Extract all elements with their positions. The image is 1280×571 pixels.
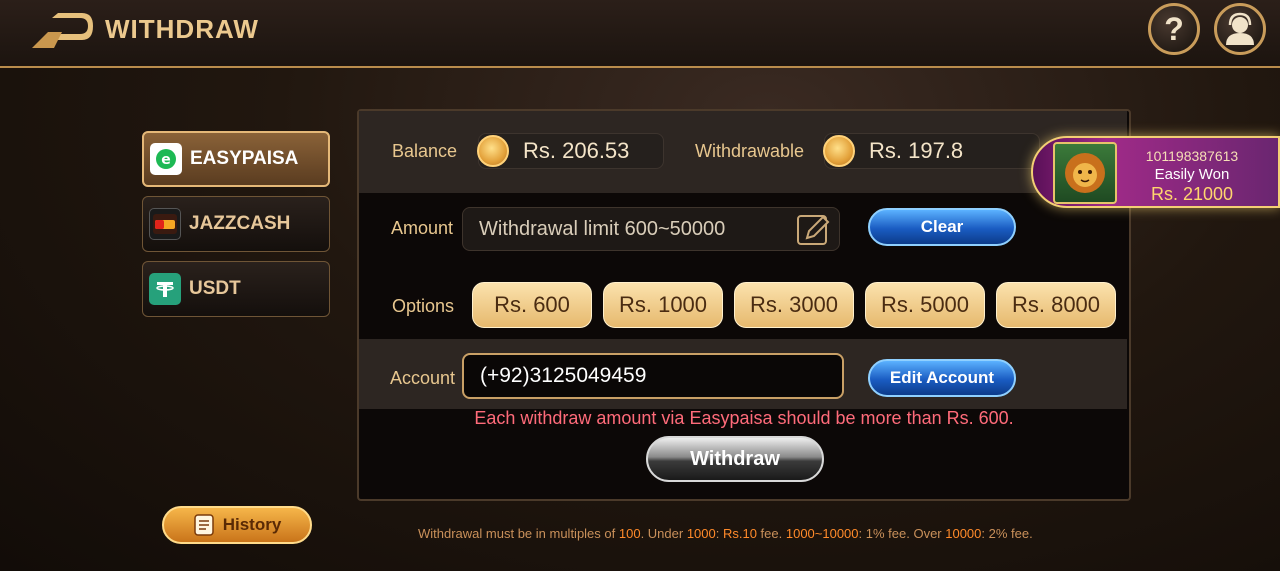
clear-button[interactable]: Clear [868,208,1016,246]
history-button[interactable]: History [162,506,312,544]
back-arrow-icon[interactable] [32,12,94,48]
method-jazzcash[interactable]: JAZZCASH [142,196,330,252]
withdrawable-label: Withdrawable [695,141,805,161]
option-3000-button[interactable]: Rs. 3000 [734,282,854,328]
balance-label: Balance [392,141,458,161]
history-label: History [222,515,282,534]
jazzcash-logo-icon [149,208,181,240]
balance-value: Rs. 206.53 [523,138,630,163]
account-field[interactable]: (+92)3125049459 [462,353,844,399]
method-label: EASYPAISA [190,148,299,169]
withdrawable-display: Rs. 197.8 [823,133,1040,169]
customer-service-button[interactable] [1214,3,1266,55]
pencil-edit-icon[interactable] [795,212,833,248]
easypaisa-logo-icon: e [150,143,182,175]
account-label: Account [390,368,456,388]
coin-icon [823,135,855,167]
header-bar: WITHDRAW ? [0,0,1280,68]
option-8000-button[interactable]: Rs. 8000 [996,282,1116,328]
method-usdt[interactable]: USDT [142,261,330,317]
edit-account-button[interactable]: Edit Account [868,359,1016,397]
option-600-button[interactable]: Rs. 600 [472,282,592,328]
help-button[interactable]: ? [1148,3,1200,55]
method-label: JAZZCASH [189,213,291,234]
minimum-warning: Each withdraw amount via Easypaisa shoul… [474,408,1014,428]
amount-placeholder: Withdrawal limit 600~50000 [479,217,726,240]
option-5000-button[interactable]: Rs. 5000 [865,282,985,328]
amount-input[interactable]: Withdrawal limit 600~50000 [462,207,840,251]
balance-display: Rs. 206.53 [477,133,664,169]
coin-icon [477,135,509,167]
winner-amount: Rs. 21000 [1150,184,1234,204]
amount-label: Amount [391,218,454,238]
page-title: WITHDRAW [105,14,259,44]
withdrawable-value: Rs. 197.8 [869,138,964,163]
customer-service-icon [1226,12,1254,45]
withdraw-button[interactable]: Withdraw [646,436,824,482]
lion-game-icon [1053,142,1117,204]
winner-notification: 101198387613 Easily Won Rs. 21000 [1031,136,1280,208]
winner-id: 101198387613 [1145,148,1239,164]
tether-logo-icon [149,273,181,305]
fee-note: Withdrawal must be in multiples of 100. … [418,526,1033,541]
winner-text: Easily Won [1154,166,1230,183]
method-label: USDT [189,278,241,299]
svg-text:e: e [161,152,171,168]
help-icon: ? [1164,10,1184,47]
document-icon [193,514,214,536]
method-easypaisa[interactable]: e EASYPAISA [142,131,330,187]
option-1000-button[interactable]: Rs. 1000 [603,282,723,328]
options-label: Options [392,296,455,316]
